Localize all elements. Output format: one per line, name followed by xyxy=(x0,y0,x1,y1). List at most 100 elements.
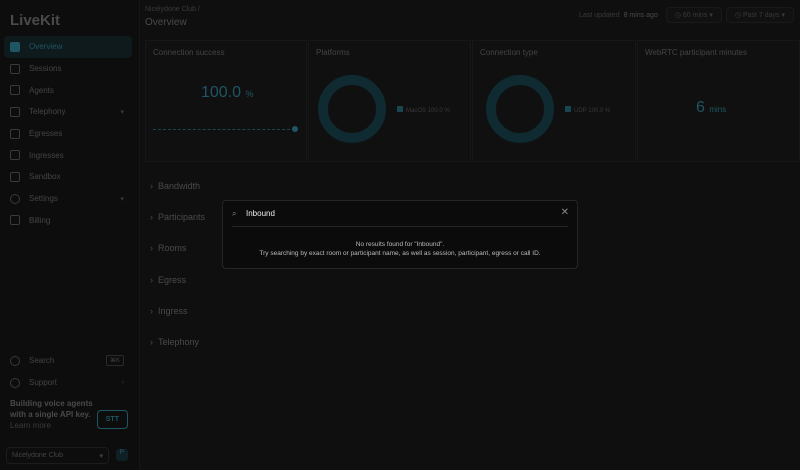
toolbar: Last updated 8 mins ago ◷ 60 mins ▾ ◷ Pa… xyxy=(579,7,794,23)
divider xyxy=(232,226,568,227)
close-icon[interactable]: ✕ xyxy=(561,207,569,218)
platforms-donut xyxy=(318,75,386,143)
search-icon: ⌕ xyxy=(232,209,237,218)
connection-type-card: Connection type UDP 100.0 % xyxy=(472,40,636,162)
chevron-down-icon: ▾ xyxy=(120,195,124,203)
sessions-icon xyxy=(10,63,20,74)
billing-icon xyxy=(10,215,20,226)
nav-label: Support xyxy=(29,378,58,388)
nav-sessions[interactable]: Sessions xyxy=(4,58,132,80)
nav-label: Telephony xyxy=(29,107,66,117)
card-title: Platforms xyxy=(316,48,350,57)
nav-ingresses[interactable]: Ingresses xyxy=(4,144,132,166)
nav-overview[interactable]: Overview xyxy=(4,36,132,58)
egress-icon xyxy=(10,128,20,139)
card-title: WebRTC participant minutes xyxy=(645,48,747,57)
card-title: Connection success xyxy=(153,48,225,57)
legend-swatch xyxy=(397,106,403,112)
section-egress[interactable]: › Egress xyxy=(150,275,186,285)
no-results-message: No results found for "Inbound". Try sear… xyxy=(223,240,577,258)
project-name: Nicelydone Club xyxy=(12,452,63,459)
legend-value: 100.0 % xyxy=(427,108,450,114)
connection-type-donut xyxy=(486,75,554,143)
value: 100.0 xyxy=(201,84,242,101)
gear-icon xyxy=(10,193,20,204)
nav-sandbox[interactable]: Sandbox xyxy=(4,166,132,188)
chevron-down-icon: ▾ xyxy=(99,453,103,460)
section-label: Egress xyxy=(158,275,187,285)
legend-item: MacOS 100.0 % xyxy=(397,106,450,114)
nav-label: Egresses xyxy=(29,129,63,139)
legend-label: MacOS xyxy=(406,108,427,114)
breadcrumb[interactable]: Nicelydone Club / xyxy=(145,6,200,13)
section-rooms[interactable]: › Rooms xyxy=(150,243,187,253)
interval-value: 60 mins xyxy=(682,12,708,19)
phone-icon xyxy=(10,106,20,117)
chevron-down-icon: ▾ xyxy=(120,108,124,116)
chevron-right-icon: › xyxy=(121,379,124,387)
stt-badge: STT xyxy=(96,410,128,429)
support-icon xyxy=(10,377,20,388)
nav-support[interactable]: Support › xyxy=(4,372,132,394)
webrtc-minutes-card: WebRTC participant minutes 6 mins xyxy=(637,40,800,162)
section-label: Ingress xyxy=(158,306,188,316)
agents-icon xyxy=(10,85,20,96)
sandbox-icon xyxy=(10,171,20,182)
nav-telephony[interactable]: Telephony ▾ xyxy=(4,101,132,123)
search-icon xyxy=(10,355,20,366)
search-dialog: ⌕ ✕ No results found for "Inbound". Try … xyxy=(222,200,578,269)
section-telephony[interactable]: › Telephony xyxy=(150,337,199,347)
value: 6 xyxy=(696,99,705,116)
nav-label: Billing xyxy=(29,215,51,225)
legend-value: 100.0 % xyxy=(588,108,611,114)
nav-search[interactable]: Search ⌘K xyxy=(4,350,132,372)
section-label: Telephony xyxy=(158,337,200,347)
webrtc-minutes-value: 6 mins xyxy=(696,99,726,117)
nav: Overview Sessions Agents Telephony ▾ Egre… xyxy=(4,36,132,231)
section-ingress[interactable]: › Ingress xyxy=(150,306,188,316)
nav-settings[interactable]: Settings ▾ xyxy=(4,188,132,210)
legend-label: UDP xyxy=(574,108,587,114)
section-label: Bandwidth xyxy=(158,181,201,191)
calendar-icon: ◷ xyxy=(734,12,743,19)
nav-label: Overview xyxy=(29,42,63,52)
success-line xyxy=(153,129,295,130)
nav-label: Sandbox xyxy=(29,172,61,182)
overview-icon xyxy=(10,41,20,52)
avatar[interactable]: P xyxy=(116,449,128,461)
promo-card[interactable]: Building voice agents with a single API … xyxy=(4,394,132,434)
card-title: Connection type xyxy=(480,48,538,57)
refresh-interval-select[interactable]: ◷ 60 mins ▾ xyxy=(665,7,722,23)
section-label: Participants xyxy=(158,212,206,222)
livekit-logo: LiveKit xyxy=(10,12,61,29)
clock-icon: ◷ xyxy=(674,12,683,19)
legend-swatch xyxy=(565,106,571,112)
last-updated-label: Last updated xyxy=(579,11,620,19)
nav-egresses[interactable]: Egresses xyxy=(4,123,132,145)
nav-label: Sessions xyxy=(29,64,62,74)
platforms-card: Platforms MacOS 100.0 % xyxy=(308,40,471,162)
search-input[interactable] xyxy=(246,209,546,218)
connection-success-card: Connection success 100.0 % xyxy=(145,40,307,162)
nav-billing[interactable]: Billing xyxy=(4,210,132,232)
section-participants[interactable]: › Participants xyxy=(150,212,205,222)
search-hint: Try searching by exact room or participa… xyxy=(259,250,541,257)
project-selector[interactable]: Nicelydone Club ▾ xyxy=(6,447,109,464)
nav-label: Search xyxy=(29,356,55,366)
sidebar: LiveKit Overview Sessions Agents Telepho… xyxy=(0,0,140,470)
ingress-icon xyxy=(10,150,20,161)
date-range-select[interactable]: ◷ Past 7 days ▾ xyxy=(725,7,794,23)
shortcut-badge: ⌘K xyxy=(105,355,124,367)
unit: % xyxy=(245,89,254,99)
section-bandwidth[interactable]: › Bandwidth xyxy=(150,181,200,191)
legend-item: UDP 100.0 % xyxy=(565,106,610,114)
nav-label: Ingresses xyxy=(29,150,64,160)
section-label: Rooms xyxy=(158,243,187,253)
last-updated-value: 8 mins ago xyxy=(623,11,658,19)
no-results-text: No results found for "Inbound". xyxy=(355,241,445,248)
connection-success-value: 100.0 % xyxy=(201,84,254,102)
promo-text: Building voice agents with a single API … xyxy=(10,399,93,419)
nav-label: Settings xyxy=(29,194,58,204)
page-title: Overview xyxy=(145,17,187,28)
nav-agents[interactable]: Agents xyxy=(4,79,132,101)
